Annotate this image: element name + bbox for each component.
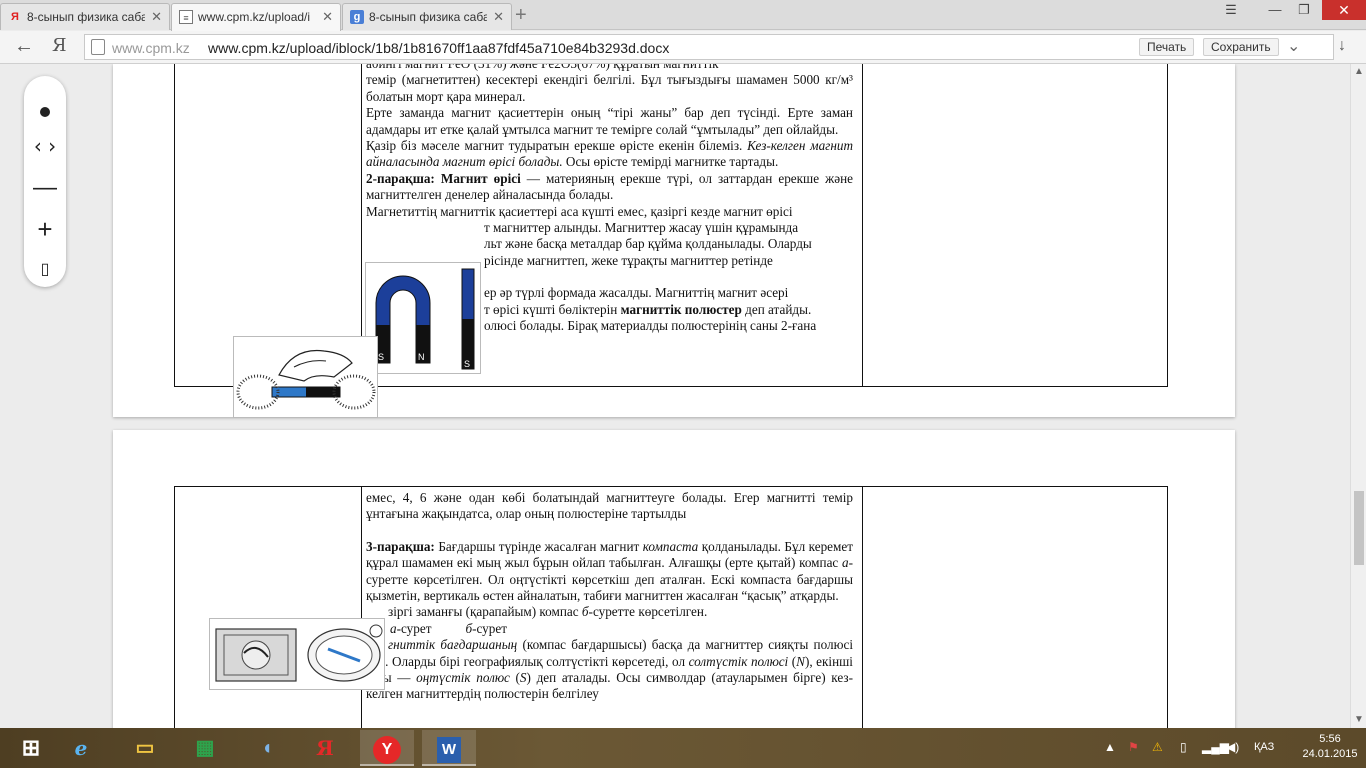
clock[interactable]: 5:56 24.01.2015 [1300,732,1360,762]
window-close-icon[interactable]: ✕ [1322,0,1366,20]
figure-captions: а-сурет б-сурет [390,620,507,636]
restore-icon[interactable]: ❐ [1290,0,1318,20]
zoom-palette: ‹ › — + ▯ [24,76,66,287]
tab-2[interactable]: ≡ www.cpm.kz/upload/i ✕ [171,3,341,31]
text-paragraph: Ерте заманда магнит қасиеттерін оның “ті… [366,105,853,137]
url-input[interactable]: www.cpm.kz www.cpm.kz/upload/iblock/1b8/… [84,34,1334,60]
text-line: а0йнгі магнит FeO (31%) және Fe2O3(67%) … [366,64,853,72]
back-arrow-icon[interactable]: ← [14,35,34,58]
print-button[interactable]: Печать [1139,38,1195,56]
language-indicator[interactable]: ҚАЗ [1254,741,1274,753]
store-icon[interactable]: ▦ [178,730,232,766]
url-domain: www.cpm.kz [112,40,190,56]
yandex-app-icon[interactable]: Я [298,730,352,766]
new-tab-button[interactable]: + [515,2,527,28]
document-page-1: а0йнгі магнит FeO (31%) және Fe2O3(67%) … [113,64,1235,418]
page-nav-arrows-icon[interactable]: ‹ › [24,134,66,158]
google-icon: g [350,10,364,24]
vertical-scrollbar[interactable]: ▲ ▼ [1350,64,1366,728]
close-icon[interactable]: ✕ [151,4,162,30]
save-button[interactable]: Сохранить [1203,38,1279,56]
pan-dot-icon[interactable] [24,104,66,122]
horseshoe-magnet-image: S N S [365,262,481,374]
pole-label: S [464,359,470,369]
page-2-text: емес, 4, 6 және одан көбі болатындай маг… [366,490,853,703]
close-icon[interactable]: ✕ [493,4,504,30]
close-icon[interactable]: ✕ [322,4,333,30]
word-icon[interactable]: W [422,730,476,766]
tab-3[interactable]: g 8-сынып физика сабақ ✕ [342,3,512,30]
scroll-up-icon[interactable]: ▲ [1351,66,1366,77]
fit-page-icon[interactable]: ▯ [24,259,66,279]
volume-icon[interactable]: ◀) [1226,740,1239,754]
action-center-icon[interactable]: ⚑ [1128,740,1139,754]
tab-1[interactable]: Я 8-сынып физика сабақ ✕ [0,3,170,30]
document-page-2: емес, 4, 6 және одан көбі болатындай маг… [113,430,1235,728]
text-line: зіргі заманғы (қарапайым) компас б-сурет… [388,604,708,620]
taskbar: ⊞ e ▭ ▦ ◖ Я Y W ▲ ⚑ ⚠ ▯ ▂▄▆ ◀) ҚАЗ 5:56 … [0,728,1366,768]
tray-expand-icon[interactable]: ▲ [1104,740,1116,754]
text-paragraph: темір (магнетиттен) кесектері екендігі б… [366,72,853,104]
download-icon[interactable]: ↓ [1338,37,1346,55]
page-info-icon[interactable] [91,39,105,55]
text-line: льт және басқа металдар бар құйма қолдан… [484,236,812,252]
yandex-icon: Я [11,11,19,23]
text-line: Магнетиттің магниттік қасиеттері аса күш… [366,203,793,219]
address-bar: ← Я www.cpm.kz www.cpm.kz/upload/iblock/… [0,31,1366,64]
scroll-down-icon[interactable]: ▼ [1351,714,1366,725]
clock-time: 5:56 [1319,733,1341,745]
pole-label: N [418,352,425,362]
internet-explorer-icon[interactable]: e [54,730,108,766]
battery-icon[interactable]: ▯ [1180,740,1187,754]
tab-bar: Я 8-сынып физика сабақ ✕ ≡ www.cpm.kz/up… [0,0,1366,31]
yandex-home-button[interactable]: Я [52,35,67,56]
pole-label: S [378,352,384,362]
scroll-thumb[interactable] [1354,491,1364,565]
document-viewer: а0йнгі магнит FeO (31%) және Fe2O3(67%) … [0,64,1350,728]
text-paragraph: 2-парақша: Магнит өрісі — материяның ере… [366,170,853,203]
minimize-icon[interactable]: — [1262,0,1288,20]
tab-2-label: www.cpm.kz/upload/i [198,10,311,24]
yandex-browser-icon[interactable]: Y [360,730,414,766]
tab-1-label: 8-сынып физика сабақ [27,10,145,24]
page-icon: ≡ [179,10,193,24]
text-paragraph: Қазір біз мәселе магнит тудыратын ерекше… [366,138,853,170]
tab-3-label: 8-сынып физика сабақ [369,10,487,24]
windows-start-icon[interactable]: ⊞ [4,730,58,766]
network-icon[interactable]: ▂▄▆ [1202,740,1229,754]
warning-icon[interactable]: ⚠ [1152,740,1163,754]
chevron-down-icon[interactable]: ⌄ [1287,36,1300,56]
clock-date: 24.01.2015 [1302,748,1358,760]
speaker-app-icon[interactable]: ◖ [240,730,294,766]
url-text: www.cpm.kz/upload/iblock/1b8/1b81670ff1a… [208,40,670,56]
text-line: т магниттер алынды. Магниттер жасау үшін… [484,220,799,236]
text-paragraph: 3-парақша: Бағдаршы түрінде жасалған маг… [366,538,853,604]
text-paragraph: емес, 4, 6 және одан көбі болатындай маг… [366,490,853,522]
file-explorer-icon[interactable]: ▭ [118,730,172,766]
text-paragraph: гниттік бағдаршаның (компас бағдаршысы) … [366,637,853,702]
menu-icon[interactable]: ☰ [1218,0,1244,20]
zoom-in-button[interactable]: + [24,214,66,245]
zoom-out-button[interactable]: — [24,174,66,202]
compass-images [209,618,385,690]
magnet-iron-filings-image [233,336,378,418]
